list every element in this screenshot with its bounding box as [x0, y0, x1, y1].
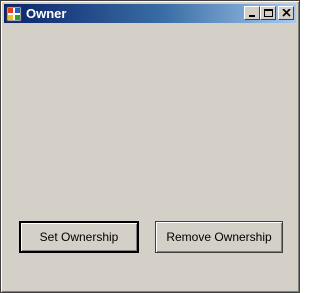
window-title: Owner — [26, 6, 67, 21]
maximize-icon — [264, 9, 273, 17]
owner-window: Owner Set Ownership Remove Ownership — [0, 0, 300, 293]
set-ownership-button[interactable]: Set Ownership — [19, 221, 139, 253]
maximize-button[interactable] — [260, 6, 276, 20]
minimize-icon — [249, 15, 255, 17]
title-bar[interactable]: Owner — [4, 4, 296, 23]
client-area: Set Ownership Remove Ownership — [5, 24, 295, 288]
close-icon — [282, 9, 291, 17]
close-button[interactable] — [278, 6, 294, 20]
caption-buttons — [244, 6, 294, 20]
minimize-button[interactable] — [244, 6, 260, 20]
app-window-icon[interactable] — [6, 6, 22, 22]
remove-ownership-button[interactable]: Remove Ownership — [155, 221, 283, 253]
